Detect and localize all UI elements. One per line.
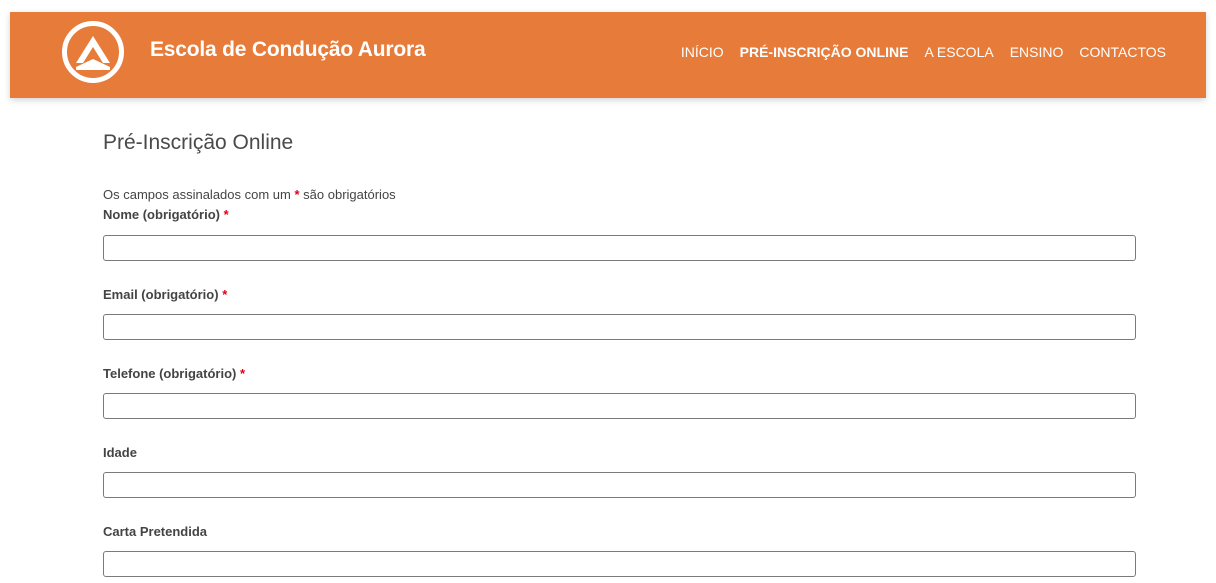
email-field-label: Email (obrigatório) * (103, 287, 227, 302)
required-marker: * (294, 187, 300, 202)
phone-label-text: Telefone (obrigatório) (103, 366, 237, 381)
note-suffix: são obrigatórios (303, 187, 396, 202)
license-label-text: Carta Pretendida (103, 524, 208, 539)
required-marker: * (223, 207, 229, 222)
page-title: Pré-Inscrição Online (103, 131, 294, 154)
required-marker: * (222, 287, 228, 302)
nav-item-a-escola[interactable]: A ESCOLA (924, 44, 993, 60)
email-label-text: Email (obrigatório) (103, 287, 219, 302)
nav-item-ensino[interactable]: ENSINO (1010, 44, 1064, 60)
site-brand-name[interactable]: Escola de Condução Aurora (150, 38, 426, 62)
name-field-label: Nome (obrigatório) * (103, 207, 229, 222)
phone-input[interactable] (103, 393, 1136, 419)
nav-item-pre-inscricao-online[interactable]: PRÉ-INSCRIÇÃO ONLINE (740, 44, 909, 60)
name-label-text: Nome (obrigatório) (103, 207, 220, 222)
nav-item-contactos[interactable]: CONTACTOS (1079, 44, 1166, 60)
email-input[interactable] (103, 314, 1136, 340)
age-label-text: Idade (103, 445, 137, 460)
aurora-triangle-logo-icon[interactable] (62, 21, 124, 83)
logo-graphic (76, 36, 110, 70)
phone-field-label: Telefone (obrigatório) * (103, 366, 245, 381)
note-prefix: Os campos assinalados com um (103, 187, 291, 202)
name-input[interactable] (103, 235, 1136, 261)
required-fields-note: Os campos assinalados com um * são obrig… (103, 187, 396, 202)
required-marker: * (240, 366, 246, 381)
age-input[interactable] (103, 472, 1136, 498)
site-header: Escola de Condução Aurora INÍCIO PRÉ-INS… (10, 12, 1206, 98)
main-navigation: INÍCIO PRÉ-INSCRIÇÃO ONLINE A ESCOLA ENS… (681, 44, 1166, 60)
license-input[interactable] (103, 551, 1136, 577)
nav-item-inicio[interactable]: INÍCIO (681, 44, 724, 60)
license-field-label: Carta Pretendida (103, 524, 207, 539)
age-field-label: Idade (103, 445, 137, 460)
